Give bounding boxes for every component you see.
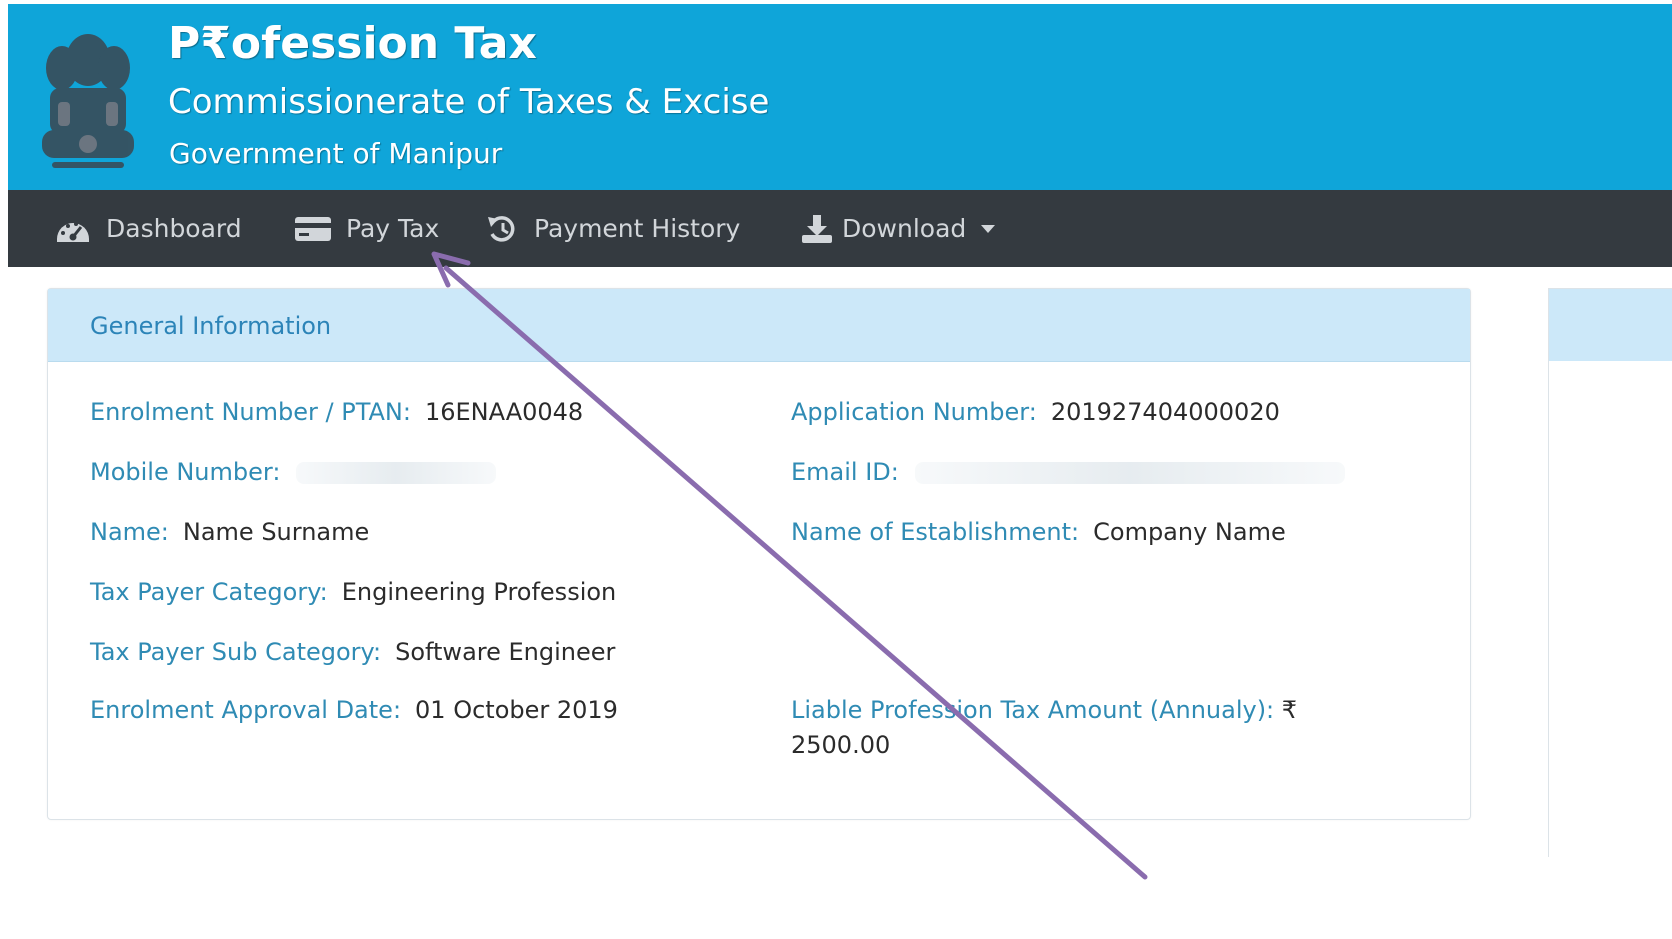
nav-pay-tax-label: Pay Tax: [346, 214, 440, 243]
general-information-card: General Information Enrolment Number / P…: [47, 288, 1471, 820]
tax-payer-category-value: Engineering Profession: [341, 578, 617, 606]
nav-payment-history-label: Payment History: [534, 214, 741, 243]
approval-date-field: Enrolment Approval Date: 01 October 2019: [90, 693, 618, 727]
site-header: P₹ofession Tax Commissionerate of Taxes …: [8, 4, 1672, 190]
chevron-down-icon: [980, 224, 996, 234]
secondary-card-header: [1549, 289, 1672, 361]
tax-payer-sub-category-value: Software Engineer: [395, 638, 616, 666]
enrolment-number-label: Enrolment Number / PTAN:: [90, 398, 411, 426]
secondary-card-partial: [1548, 288, 1672, 857]
tax-payer-category-label: Tax Payer Category:: [90, 578, 328, 606]
establishment-value: Company Name: [1093, 518, 1286, 546]
nav-payment-history[interactable]: Payment History: [486, 190, 740, 267]
tax-payer-category-field: Tax Payer Category: Engineering Professio…: [90, 575, 616, 609]
liable-amount-value-line: 2500.00: [791, 728, 890, 762]
state-emblem-icon: [28, 18, 148, 186]
dashboard-gauge-icon: [54, 215, 92, 243]
site-subtitle: Commissionerate of Taxes & Excise: [168, 82, 770, 122]
credit-card-icon: [294, 215, 332, 243]
mobile-number-field: Mobile Number:: [90, 455, 497, 489]
liable-amount-field: Liable Profession Tax Amount (Annualy): …: [791, 693, 1297, 727]
redacted-mobile-value: [296, 462, 497, 484]
enrolment-number-field: Enrolment Number / PTAN: 16ENAA0048: [90, 395, 583, 429]
name-label: Name:: [90, 518, 169, 546]
application-number-value: 201927404000020: [1050, 398, 1280, 426]
approval-date-value: 01 October 2019: [415, 696, 618, 724]
history-icon: [486, 214, 520, 244]
tax-payer-sub-category-field: Tax Payer Sub Category: Software Engineer: [90, 635, 615, 669]
nav-download-label: Download: [842, 214, 967, 243]
nav-dashboard[interactable]: Dashboard: [54, 190, 242, 267]
nav-download-dropdown[interactable]: Download: [800, 190, 996, 267]
tax-payer-sub-category-label: Tax Payer Sub Category:: [90, 638, 382, 666]
nav-dashboard-label: Dashboard: [106, 214, 242, 243]
name-value: Name Surname: [182, 518, 370, 546]
name-field: Name: Name Surname: [90, 515, 369, 549]
approval-date-label: Enrolment Approval Date:: [90, 696, 402, 724]
card-header: General Information: [48, 289, 1470, 362]
main-navbar: Dashboard Pay Tax Payment History Downlo…: [8, 190, 1672, 267]
establishment-label: Name of Establishment:: [791, 518, 1080, 546]
government-name: Government of Manipur: [169, 137, 503, 170]
site-title: P₹ofession Tax: [168, 18, 537, 69]
email-field: Email ID:: [791, 455, 1345, 489]
card-title: General Information: [90, 312, 332, 340]
email-label: Email ID:: [791, 458, 899, 486]
currency-symbol: ₹: [1281, 696, 1298, 724]
mobile-number-label: Mobile Number:: [90, 458, 281, 486]
redacted-email-value: [914, 462, 1345, 484]
liable-amount-value: 2500.00: [791, 731, 891, 759]
liable-amount-label: Liable Profession Tax Amount (Annualy):: [791, 696, 1275, 724]
application-number-label: Application Number:: [791, 398, 1037, 426]
establishment-field: Name of Establishment: Company Name: [791, 515, 1286, 549]
download-icon: [800, 214, 834, 244]
application-number-field: Application Number: 201927404000020: [791, 395, 1280, 429]
enrolment-number-value: 16ENAA0048: [424, 398, 584, 426]
nav-pay-tax[interactable]: Pay Tax: [294, 190, 439, 267]
